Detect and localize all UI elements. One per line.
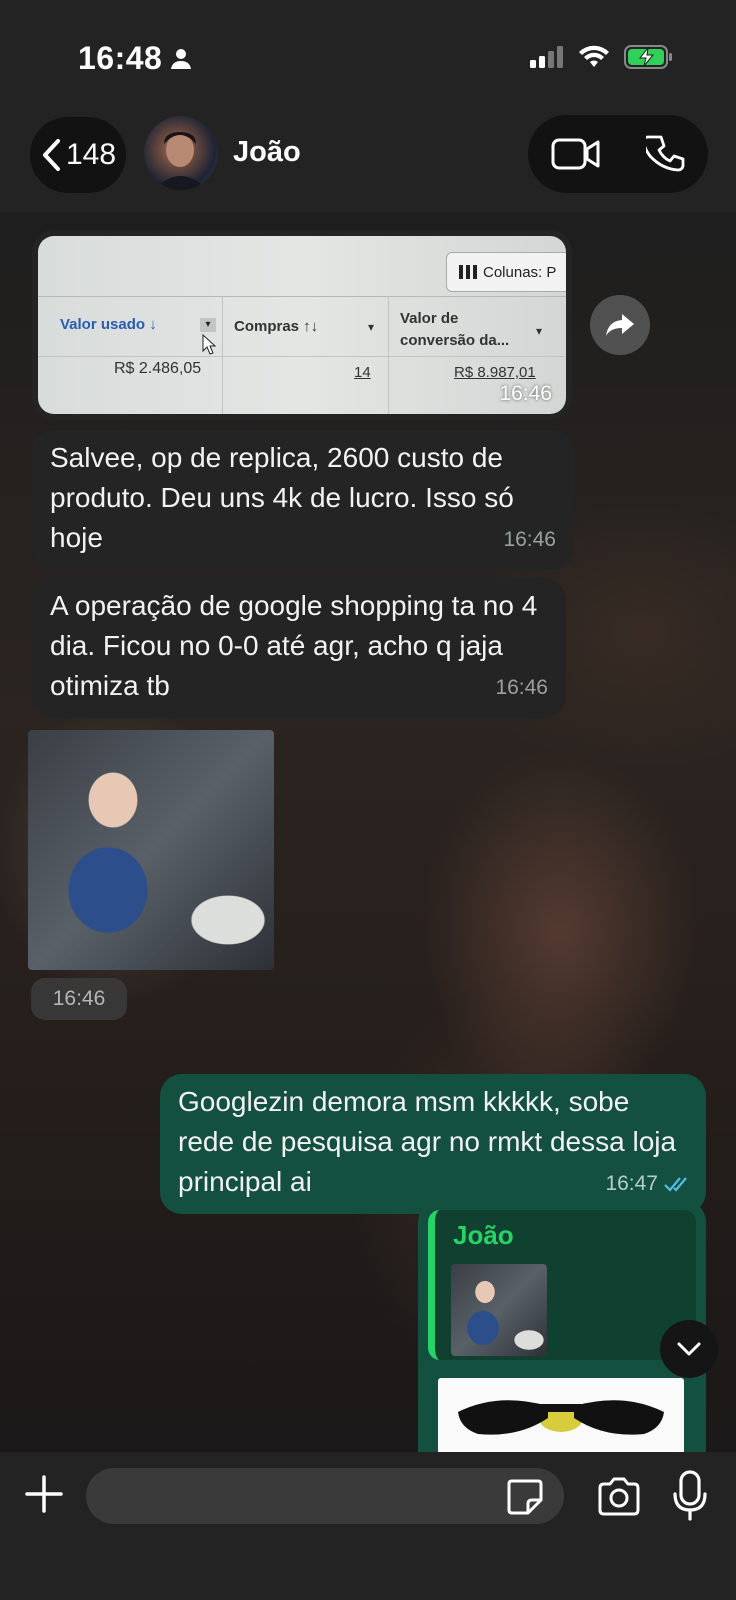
columns-label: Colunas: P: [483, 263, 557, 281]
status-bar: 16:48: [0, 0, 736, 110]
attach-button[interactable]: [22, 1472, 66, 1516]
message-time: 16:46: [495, 676, 548, 699]
forward-icon: [606, 314, 634, 336]
message-time: 16:46: [31, 978, 127, 1020]
clock-time: 16:48: [78, 40, 163, 76]
col-divider-2: [388, 296, 389, 414]
call-actions: [528, 115, 708, 193]
dropdown-arrow-icon: ▾: [200, 318, 216, 332]
message-time: 16:46: [499, 382, 552, 405]
battery-charging-icon: [624, 45, 672, 69]
cell-valor-usado: R$ 2.486,05: [114, 360, 202, 377]
phone-call-icon[interactable]: [645, 134, 686, 174]
image-message[interactable]: Colunas: P Valor usado ↓ ▾ Compras ↑↓ ▾ …: [32, 230, 572, 420]
chevron-left-icon: [42, 139, 60, 171]
message-input[interactable]: [86, 1468, 564, 1524]
col-valor-conversao-1: Valor de: [400, 310, 459, 327]
sunglasses-icon: [458, 1400, 664, 1435]
scroll-to-bottom-button[interactable]: [660, 1320, 718, 1378]
mouse-cursor-icon: [202, 334, 217, 355]
photo-message[interactable]: [28, 730, 274, 970]
message-time: 16:47: [605, 1164, 692, 1204]
wifi-icon: [579, 45, 609, 67]
avatar-face-icon: [154, 132, 208, 190]
clock: 16:48: [78, 40, 192, 77]
message-text: Googlezin demora msm kkkkk, sobe rede de…: [178, 1086, 677, 1197]
unread-count: 148: [65, 138, 117, 171]
back-button[interactable]: 148: [30, 117, 126, 193]
video-call-icon[interactable]: [551, 137, 601, 171]
reply-message-bubble[interactable]: João: [418, 1200, 706, 1452]
quoted-author: João: [453, 1220, 514, 1250]
spreadsheet-screenshot: Colunas: P Valor usado ↓ ▾ Compras ↑↓ ▾ …: [38, 236, 566, 414]
dropdown-arrow-icon: ▾: [368, 320, 375, 334]
signal-icon: [530, 46, 563, 68]
chat-header: 148 João: [0, 110, 736, 212]
dropdown-arrow-icon: ▾: [536, 324, 543, 338]
row-divider: [38, 356, 566, 357]
outgoing-message-bubble[interactable]: Googlezin demora msm kkkkk, sobe rede de…: [160, 1074, 706, 1214]
message-bubble[interactable]: A operação de google shopping ta no 4 di…: [32, 578, 566, 718]
cell-compras: 14: [354, 364, 371, 381]
message-time: 16:46: [503, 528, 556, 551]
status-icons: [530, 44, 674, 70]
col-valor-conversao-2: conversão da...: [400, 332, 510, 349]
message-time-label: 16:47: [605, 1172, 658, 1195]
forward-button[interactable]: [590, 295, 650, 355]
message-bubble[interactable]: Salvee, op de replica, 2600 custo de pro…: [32, 430, 574, 570]
contact-name[interactable]: João: [233, 136, 301, 169]
person-icon: [171, 48, 192, 69]
composer-bar: [0, 1452, 736, 1600]
col-valor-usado: Valor usado ↓: [60, 316, 157, 333]
header-divider: [38, 296, 566, 297]
chat-area[interactable]: Colunas: P Valor usado ↓ ▾ Compras ↑↓ ▾ …: [0, 212, 736, 1452]
camera-icon[interactable]: [596, 1474, 642, 1520]
avatar[interactable]: [144, 116, 218, 190]
plus-icon: [25, 1475, 63, 1513]
sunglasses-image[interactable]: [438, 1378, 684, 1452]
columns-button: Colunas: P: [446, 252, 566, 292]
message-text: A operação de google shopping ta no 4 di…: [50, 590, 538, 701]
message-text: Salvee, op de replica, 2600 custo de pro…: [50, 442, 514, 553]
col-divider-1: [222, 296, 223, 414]
microphone-icon[interactable]: [672, 1470, 708, 1522]
read-receipt-icon: [664, 1177, 687, 1192]
columns-icon: [459, 265, 477, 279]
chevron-down-icon: [677, 1342, 701, 1356]
quoted-message[interactable]: João: [428, 1210, 696, 1360]
sticker-icon[interactable]: [506, 1478, 544, 1516]
quoted-thumbnail: [451, 1264, 547, 1356]
col-compras: Compras ↑↓: [234, 318, 319, 335]
cell-valor-conversao: R$ 8.987,01: [454, 364, 536, 381]
